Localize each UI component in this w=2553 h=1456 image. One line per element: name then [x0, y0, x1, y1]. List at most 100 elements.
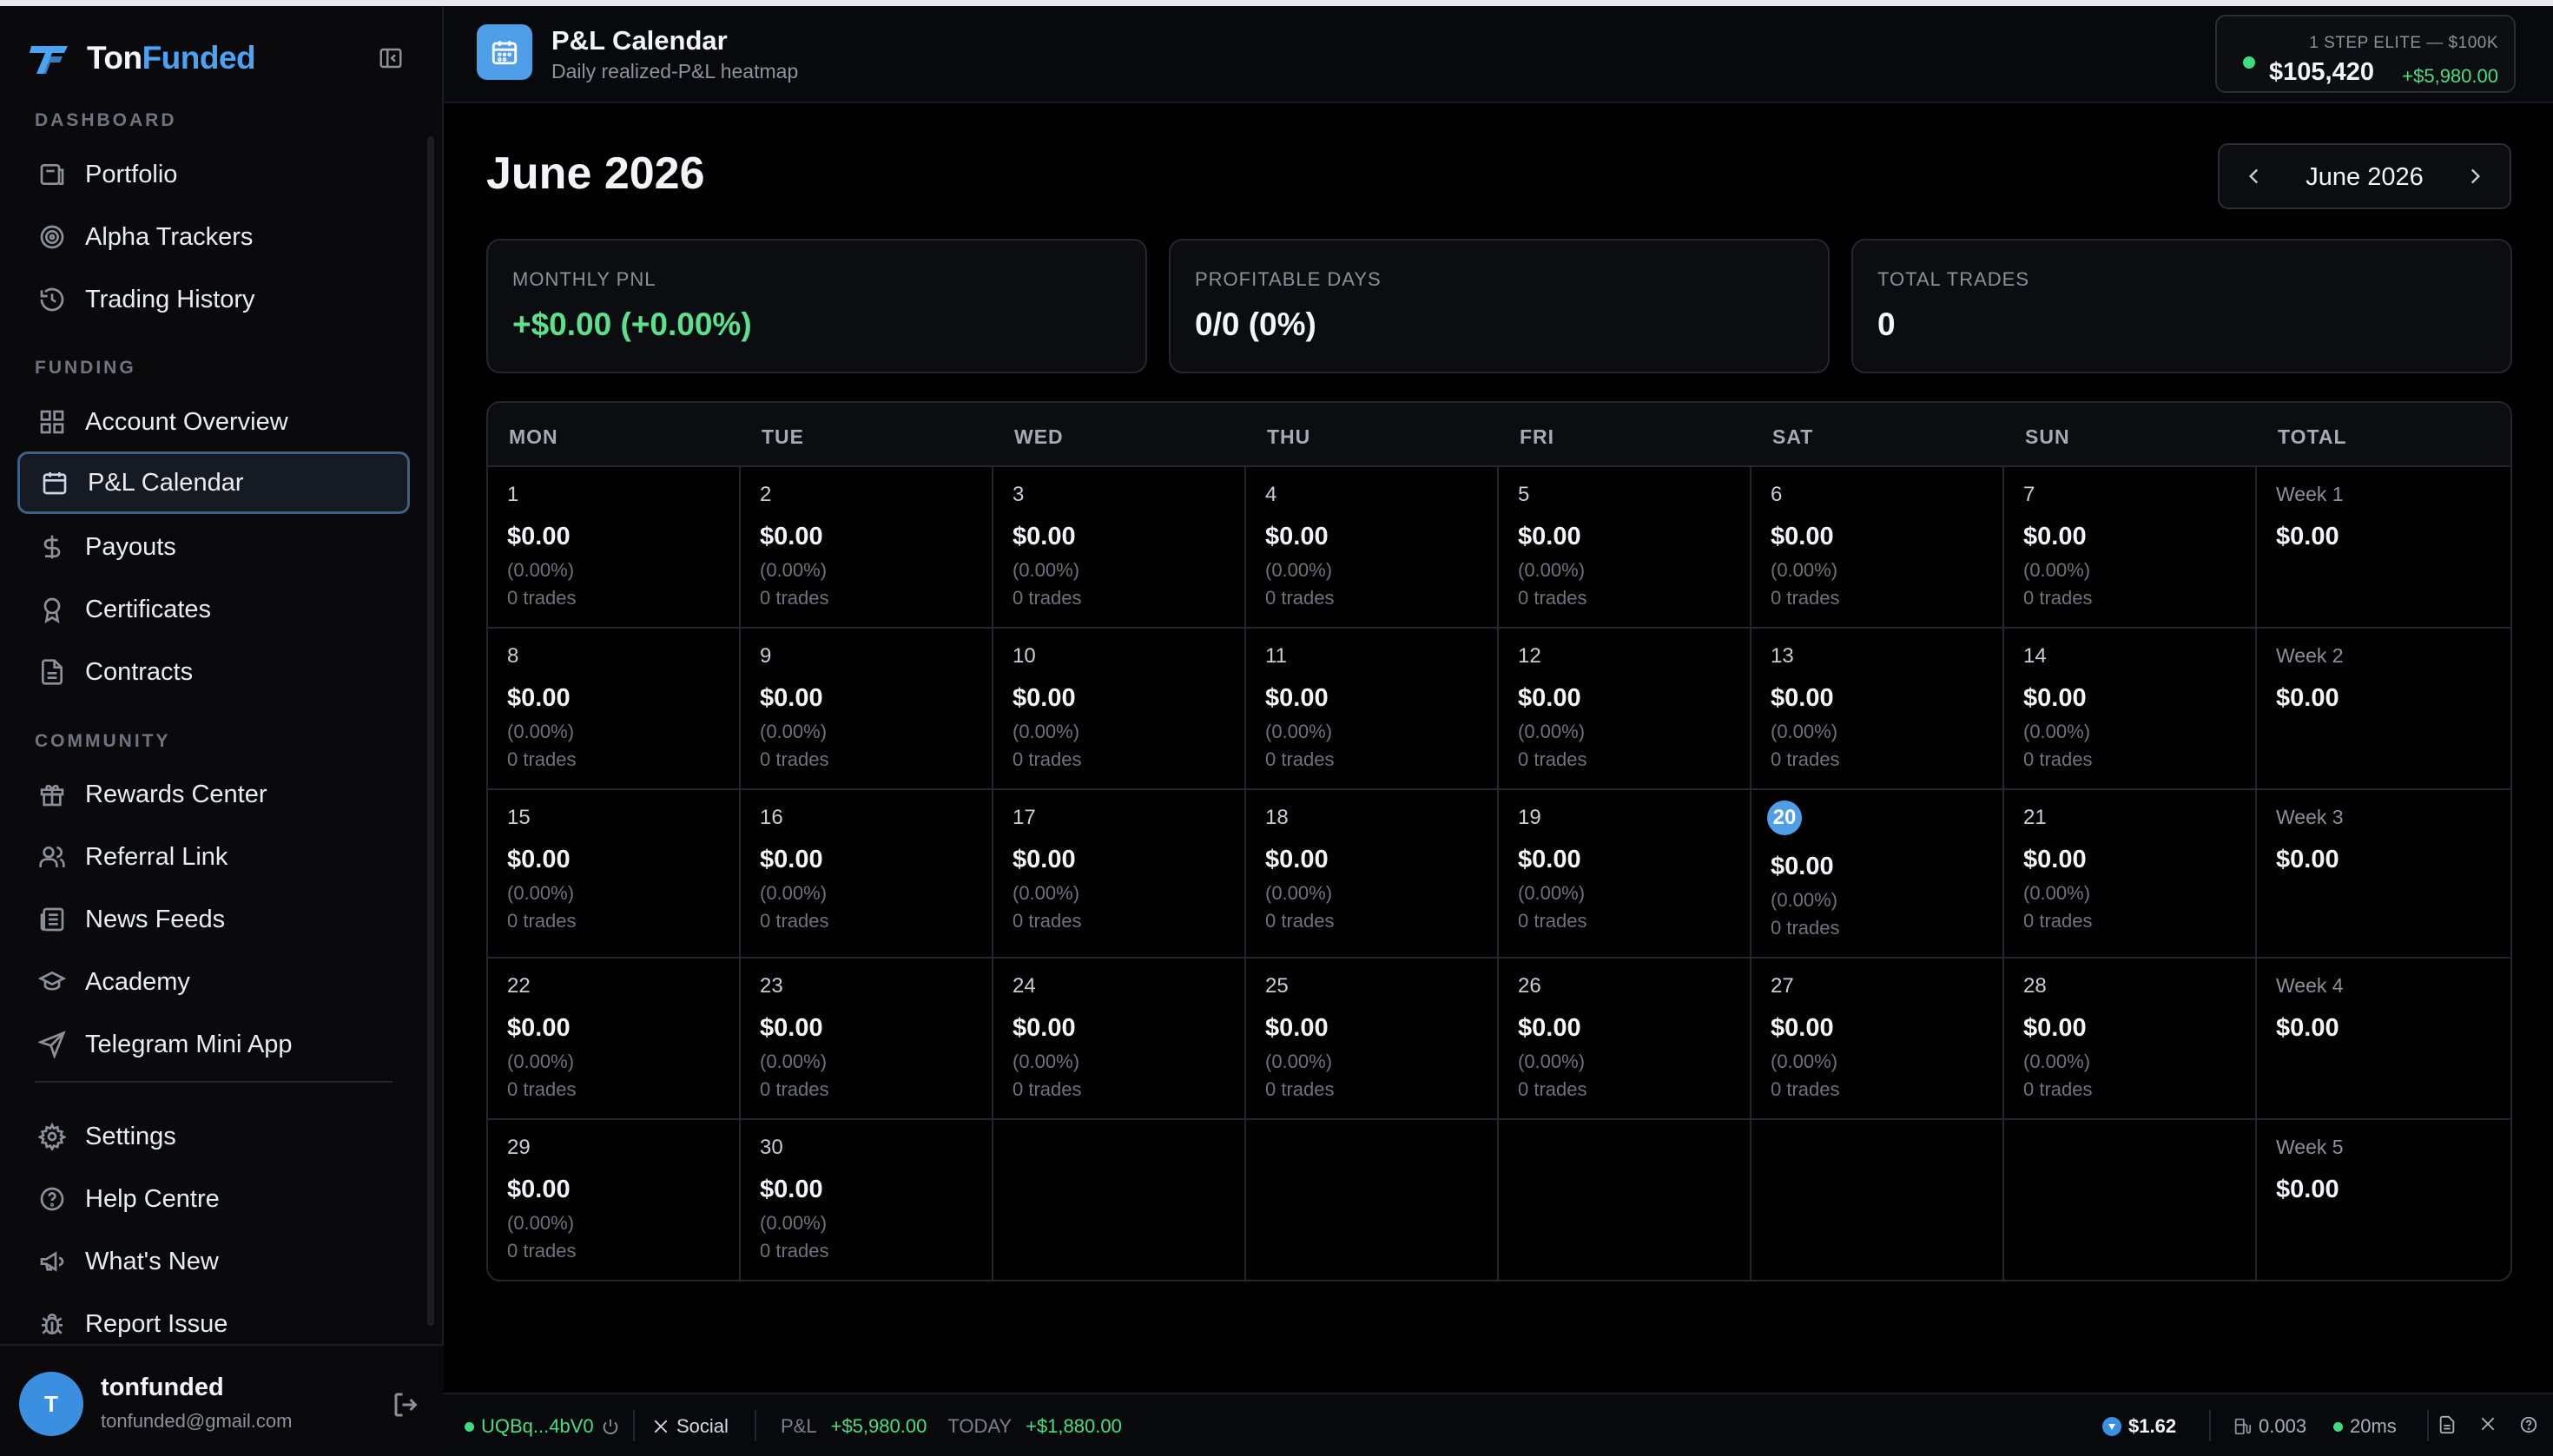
week-total-cell[interactable]: Week 1 $0.00 — [2257, 467, 2510, 629]
day-number: 25 — [1265, 974, 1289, 998]
calendar-day-cell[interactable]: 13 $0.00 (0.00%) 0 trades — [1751, 629, 2004, 790]
account-selector[interactable]: 1 STEP ELITE — $100K $105,420 +$5,980.00 — [2215, 15, 2516, 93]
calendar-day-cell[interactable]: 4 $0.00 (0.00%) 0 trades — [1246, 467, 1499, 629]
calendar-day-cell[interactable]: 18 $0.00 (0.00%) 0 trades — [1246, 790, 1499, 959]
sidebar-item-telegram-mini-app[interactable]: Telegram Mini App — [17, 1013, 410, 1076]
sidebar-item-rewards-center[interactable]: Rewards Center — [17, 763, 410, 826]
calendar-day-cell[interactable]: 30 $0.00 (0.00%) 0 trades — [741, 1120, 993, 1280]
sidebar-item-whats-new[interactable]: What's New — [17, 1230, 410, 1293]
sidebar-item-referral-link[interactable]: Referral Link — [17, 826, 410, 888]
calendar-day-cell[interactable]: 6 $0.00 (0.00%) 0 trades — [1751, 467, 2004, 629]
calendar-day-cell[interactable]: 23 $0.00 (0.00%) 0 trades — [741, 959, 993, 1120]
user-profile[interactable]: T tonfunded tonfunded@gmail.com — [0, 1344, 444, 1456]
calendar-day-cell[interactable]: 27 $0.00 (0.00%) 0 trades — [1751, 959, 2004, 1120]
week-total-cell[interactable]: Week 4 $0.00 — [2257, 959, 2510, 1120]
day-number: 11 — [1265, 644, 1287, 668]
collapse-sidebar-button[interactable] — [373, 41, 408, 76]
day-pnl-amount: $0.00 — [1265, 523, 1329, 550]
week-total-cell[interactable]: Week 2 $0.00 — [2257, 629, 2510, 790]
help-link[interactable] — [2519, 1415, 2538, 1434]
sidebar-item-account-overview[interactable]: Account Overview — [17, 391, 410, 453]
calendar-day-cell[interactable]: 9 $0.00 (0.00%) 0 trades — [741, 629, 993, 790]
wallet-address[interactable]: UQBq...4bV0 — [465, 1415, 620, 1438]
avatar[interactable]: T — [19, 1372, 83, 1436]
calendar-day-cell[interactable]: 28 $0.00 (0.00%) 0 trades — [2004, 959, 2257, 1120]
docs-link[interactable] — [2438, 1415, 2457, 1434]
week-total-cell[interactable]: Week 5 $0.00 — [2257, 1120, 2510, 1280]
calendar-day-cell[interactable]: 1 $0.00 (0.00%) 0 trades — [488, 467, 741, 629]
calendar-day-cell[interactable]: 25 $0.00 (0.00%) 0 trades — [1246, 959, 1499, 1120]
day-pnl-percent: (0.00%) — [1518, 882, 1586, 904]
x-link[interactable] — [2479, 1415, 2497, 1433]
sidebar-item-pl-calendar[interactable]: P&L Calendar — [17, 451, 410, 514]
day-pnl-amount: $0.00 — [1518, 846, 1581, 873]
day-pnl-percent: (0.00%) — [1771, 559, 1838, 581]
calendar-day-cell[interactable]: 17 $0.00 (0.00%) 0 trades — [993, 790, 1246, 959]
power-icon[interactable] — [601, 1417, 620, 1436]
sidebar-item-academy[interactable]: Academy — [17, 951, 410, 1013]
sidebar-item-help-centre[interactable]: Help Centre — [17, 1168, 410, 1230]
calendar-day-cell[interactable]: 19 $0.00 (0.00%) 0 trades — [1499, 790, 1751, 959]
sidebar-item-certificates[interactable]: Certificates — [17, 578, 410, 641]
day-trade-count: 0 trades — [507, 1240, 577, 1262]
grid-icon — [40, 410, 64, 434]
sidebar-item-portfolio[interactable]: Portfolio — [17, 143, 410, 206]
calendar-day-cell[interactable]: 10 $0.00 (0.00%) 0 trades — [993, 629, 1246, 790]
calendar-day-cell[interactable]: 8 $0.00 (0.00%) 0 trades — [488, 629, 741, 790]
calendar-day-cell[interactable]: 5 $0.00 (0.00%) 0 trades — [1499, 467, 1751, 629]
calendar-day-cell[interactable]: 14 $0.00 (0.00%) 0 trades — [2004, 629, 2257, 790]
week-label: Week 2 — [2276, 644, 2344, 667]
sidebar-item-label: Settings — [85, 1122, 176, 1150]
sidebar-scrollbar[interactable] — [427, 136, 434, 1326]
logout-button[interactable] — [391, 1389, 422, 1420]
calendar-day-cell[interactable]: 22 $0.00 (0.00%) 0 trades — [488, 959, 741, 1120]
sidebar-item-alpha-trackers[interactable]: Alpha Trackers — [17, 206, 410, 268]
day-pnl-amount: $0.00 — [507, 523, 571, 550]
day-pnl-percent: (0.00%) — [2023, 559, 2091, 581]
sidebar-item-contracts[interactable]: Contracts — [17, 641, 410, 703]
portfolio-icon — [40, 164, 64, 185]
sidebar-item-label: Rewards Center — [85, 780, 267, 808]
pnl-calendar: MON TUE WED THU FRI SAT SUN TOTAL 1 $0.00 (0.00%)… — [486, 401, 2512, 1281]
stat-card-total-trades: TOTAL TRADES 0 — [1851, 239, 2512, 373]
calendar-day-cell[interactable]: 12 $0.00 (0.00%) 0 trades — [1499, 629, 1751, 790]
day-pnl-amount: $0.00 — [2023, 1014, 2087, 1042]
calendar-day-cell[interactable]: 20 $0.00 (0.00%) 0 trades — [1751, 790, 2004, 959]
latency-dot — [2333, 1421, 2343, 1432]
newspaper-icon — [40, 907, 64, 932]
day-pnl-percent: (0.00%) — [1265, 721, 1333, 742]
calendar-day-cell[interactable]: 2 $0.00 (0.00%) 0 trades — [741, 467, 993, 629]
week-total-cell[interactable]: Week 3 $0.00 — [2257, 790, 2510, 959]
calendar-day-cell[interactable]: 29 $0.00 (0.00%) 0 trades — [488, 1120, 741, 1280]
sidebar-item-settings[interactable]: Settings — [17, 1105, 410, 1168]
day-number: 18 — [1265, 806, 1289, 829]
day-number: 23 — [760, 974, 783, 998]
week-amount: $0.00 — [2276, 1014, 2339, 1042]
calendar-day-cell[interactable]: 15 $0.00 (0.00%) 0 trades — [488, 790, 741, 959]
next-month-button[interactable] — [2459, 161, 2490, 192]
day-trade-count: 0 trades — [760, 910, 829, 932]
day-trade-count: 0 trades — [1013, 1078, 1082, 1100]
calendar-empty-cell — [1751, 1120, 2004, 1280]
day-pnl-amount: $0.00 — [2023, 523, 2087, 550]
calendar-day-cell[interactable]: 16 $0.00 (0.00%) 0 trades — [741, 790, 993, 959]
day-pnl-percent: (0.00%) — [760, 1212, 828, 1234]
brand-logo[interactable]: TonFunded — [28, 32, 256, 84]
calendar-day-cell[interactable]: 7 $0.00 (0.00%) 0 trades — [2004, 467, 2257, 629]
user-email: tonfunded@gmail.com — [101, 1410, 293, 1432]
sidebar-item-trading-history[interactable]: Trading History — [17, 268, 410, 331]
calendar-day-cell[interactable]: 26 $0.00 (0.00%) 0 trades — [1499, 959, 1751, 1120]
page-title: P&L Calendar — [551, 25, 728, 56]
day-pnl-amount: $0.00 — [1013, 1014, 1076, 1042]
calendar-day-cell[interactable]: 21 $0.00 (0.00%) 0 trades — [2004, 790, 2257, 959]
sidebar-item-payouts[interactable]: Payouts — [17, 516, 410, 578]
sidebar-item-label: Trading History — [85, 285, 255, 313]
day-pnl-percent: (0.00%) — [507, 1051, 575, 1072]
social-link[interactable]: Social — [652, 1415, 729, 1438]
day-pnl-percent: (0.00%) — [1771, 889, 1838, 911]
calendar-day-cell[interactable]: 24 $0.00 (0.00%) 0 trades — [993, 959, 1246, 1120]
day-trade-count: 0 trades — [1013, 748, 1082, 770]
calendar-day-cell[interactable]: 3 $0.00 (0.00%) 0 trades — [993, 467, 1246, 629]
sidebar-item-news-feeds[interactable]: News Feeds — [17, 888, 410, 951]
calendar-day-cell[interactable]: 11 $0.00 (0.00%) 0 trades — [1246, 629, 1499, 790]
